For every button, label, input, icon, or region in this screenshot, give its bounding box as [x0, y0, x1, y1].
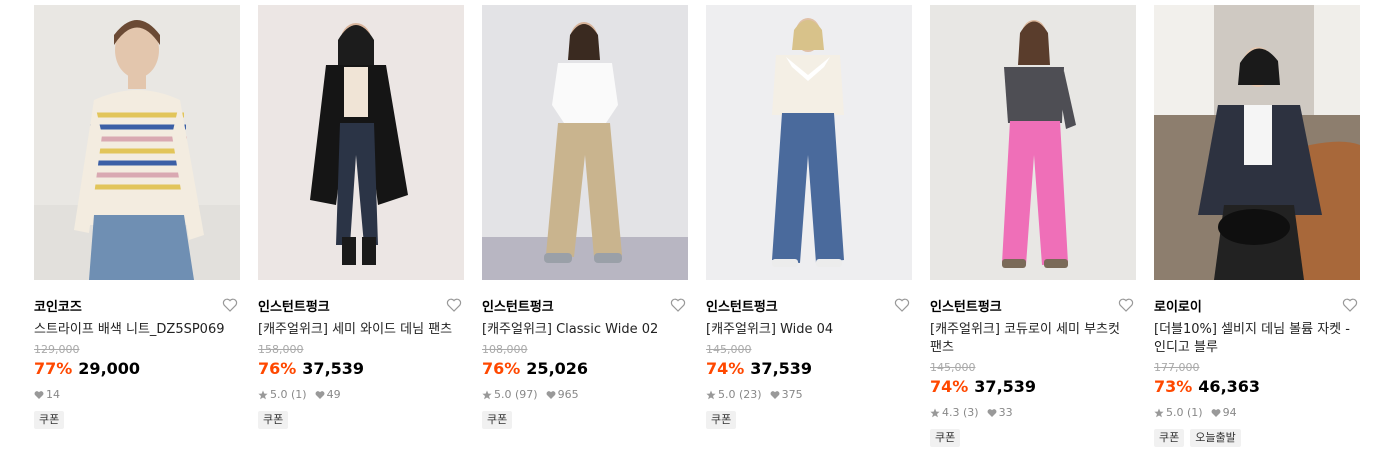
brand-name[interactable]: 인스턴트펑크 [930, 300, 1002, 315]
brand-name[interactable]: 인스턴트펑크 [706, 300, 778, 315]
product-image[interactable] [258, 5, 464, 280]
product-card[interactable]: 인스턴트펑크 [캐주얼위크] Wide 04 145,000 74% 37,539… [706, 5, 912, 429]
product-stats: 5.0 (97) 965 [482, 388, 688, 402]
discount-rate: 74% [706, 359, 745, 378]
star-icon [258, 390, 268, 400]
review-count: (1) [291, 388, 307, 401]
product-grid: 코인코즈 스트라이프 배색 니트_DZ5SP069 129,000 77% 29,… [0, 0, 1373, 463]
product-title[interactable]: [캐주얼위크] 코듀로이 세미 부츠컷 팬츠 [930, 321, 1136, 357]
rating: 5.0 [270, 388, 288, 401]
heart-outline-icon[interactable] [1342, 297, 1358, 313]
like-count: 49 [326, 388, 341, 401]
coupon-tag: 쿠폰 [258, 411, 289, 429]
product-title[interactable]: [더블10%] 셀비지 데님 볼륨 자켓 - 인디고 블루 [1154, 321, 1360, 357]
brand-name[interactable]: 로이로이 [1154, 300, 1202, 315]
product-stats: 5.0 (23) 375 [706, 388, 912, 402]
sale-price: 25,026 [526, 359, 589, 378]
product-stats: 5.0 (1) 49 [258, 388, 464, 402]
product-card[interactable]: 인스턴트펑크 [캐주얼위크] 코듀로이 세미 부츠컷 팬츠 145,000 74… [930, 5, 1136, 447]
heart-filled-icon [34, 391, 44, 399]
rating: 5.0 [494, 388, 512, 401]
product-image[interactable] [930, 5, 1136, 280]
like-count: 94 [1222, 406, 1237, 419]
product-stats: 14 [34, 388, 240, 402]
product-stats: 4.3 (3) 33 [930, 406, 1136, 420]
heart-outline-icon[interactable] [894, 297, 910, 313]
heart-filled-icon [770, 391, 780, 399]
heart-outline-icon[interactable] [222, 297, 238, 313]
like-count: 375 [781, 388, 803, 401]
discount-rate: 74% [930, 377, 969, 396]
sale-price: 37,539 [750, 359, 813, 378]
product-title[interactable]: [캐주얼위크] Wide 04 [706, 321, 912, 339]
coupon-tag: 쿠폰 [34, 411, 65, 429]
same-day-shipping-tag: 오늘출발 [1190, 429, 1241, 447]
discount-rate: 76% [258, 359, 297, 378]
brand-name[interactable]: 인스턴트펑크 [258, 300, 330, 315]
discount-rate: 73% [1154, 377, 1193, 396]
coupon-tag: 쿠폰 [930, 429, 961, 447]
brand-name[interactable]: 인스턴트펑크 [482, 300, 554, 315]
product-image[interactable] [34, 5, 240, 280]
star-icon [930, 408, 940, 418]
brand-name[interactable]: 코인코즈 [34, 300, 82, 315]
discount-rate: 77% [34, 359, 73, 378]
original-price: 145,000 [930, 361, 976, 374]
original-price: 108,000 [482, 343, 528, 356]
product-card[interactable]: 코인코즈 스트라이프 배색 니트_DZ5SP069 129,000 77% 29,… [34, 5, 240, 429]
product-image[interactable] [1154, 5, 1360, 280]
like-count: 965 [557, 388, 579, 401]
original-price: 158,000 [258, 343, 304, 356]
review-count: (23) [739, 388, 762, 401]
sale-price: 37,539 [974, 377, 1037, 396]
heart-filled-icon [315, 391, 325, 399]
product-card[interactable]: 로이로이 [더블10%] 셀비지 데님 볼륨 자켓 - 인디고 블루 177,0… [1154, 5, 1360, 447]
original-price: 177,000 [1154, 361, 1200, 374]
rating: 5.0 [718, 388, 736, 401]
star-icon [706, 390, 716, 400]
original-price: 145,000 [706, 343, 752, 356]
star-icon [1154, 408, 1164, 418]
coupon-tag: 쿠폰 [482, 411, 513, 429]
star-icon [482, 390, 492, 400]
product-title[interactable]: 스트라이프 배색 니트_DZ5SP069 [34, 321, 240, 339]
rating: 4.3 [942, 406, 960, 419]
coupon-tag: 쿠폰 [1154, 429, 1185, 447]
product-card[interactable]: 인스턴트펑크 [캐주얼위크] Classic Wide 02 108,000 7… [482, 5, 688, 429]
review-count: (1) [1187, 406, 1203, 419]
like-count: 33 [998, 406, 1013, 419]
product-title[interactable]: [캐주얼위크] Classic Wide 02 [482, 321, 688, 339]
product-stats: 5.0 (1) 94 [1154, 406, 1360, 420]
product-image[interactable] [482, 5, 688, 280]
product-card[interactable]: 인스턴트펑크 [캐주얼위크] 세미 와이드 데님 팬츠 158,000 76% 3… [258, 5, 464, 429]
product-title[interactable]: [캐주얼위크] 세미 와이드 데님 팬츠 [258, 321, 464, 339]
original-price: 129,000 [34, 343, 80, 356]
review-count: (3) [963, 406, 979, 419]
heart-outline-icon[interactable] [1118, 297, 1134, 313]
sale-price: 46,363 [1198, 377, 1261, 396]
heart-outline-icon[interactable] [670, 297, 686, 313]
heart-filled-icon [1211, 409, 1221, 417]
review-count: (97) [515, 388, 538, 401]
heart-outline-icon[interactable] [446, 297, 462, 313]
discount-rate: 76% [482, 359, 521, 378]
heart-filled-icon [546, 391, 556, 399]
product-image[interactable] [706, 5, 912, 280]
like-count: 14 [46, 388, 60, 401]
rating: 5.0 [1166, 406, 1184, 419]
sale-price: 29,000 [78, 359, 141, 378]
sale-price: 37,539 [302, 359, 365, 378]
heart-filled-icon [987, 409, 997, 417]
coupon-tag: 쿠폰 [706, 411, 737, 429]
